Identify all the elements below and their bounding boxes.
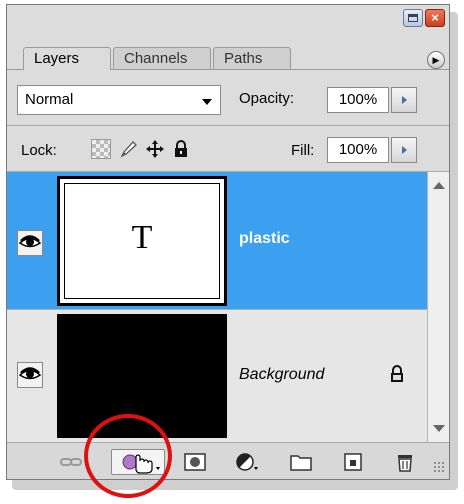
fill-slider-button[interactable] (391, 137, 417, 163)
lock-image-icon[interactable] (119, 139, 139, 159)
panel-menu-icon[interactable]: ▶ (427, 51, 445, 69)
close-icon[interactable]: × (425, 9, 445, 27)
adjustment-icon[interactable] (235, 451, 259, 473)
tab-layers[interactable]: Layers (23, 47, 111, 70)
tab-channels[interactable]: Channels (113, 47, 211, 69)
scroll-up-icon[interactable] (433, 182, 445, 189)
highlight-circle (84, 414, 172, 498)
lock-label: Lock: (21, 142, 57, 159)
divider (7, 125, 449, 126)
layer-row-background[interactable]: Background (7, 310, 427, 442)
tab-bar: Layers Channels Paths (7, 33, 449, 70)
opacity-label: Opacity: (239, 90, 295, 107)
layer-name[interactable]: plastic (239, 230, 290, 248)
lock-transparent-icon[interactable] (91, 139, 111, 159)
layer-name[interactable]: Background (239, 366, 324, 384)
fill-input[interactable]: 100% (327, 137, 389, 163)
group-icon[interactable] (289, 451, 313, 473)
tab-paths[interactable]: Paths (213, 47, 291, 69)
resize-grip-icon[interactable] (433, 461, 445, 473)
minimize-icon[interactable] (403, 9, 423, 27)
fill-label: Fill: (291, 142, 315, 159)
layer-row-plastic[interactable]: T plastic (7, 172, 427, 310)
thumbnail-text: T (131, 219, 153, 256)
new-layer-icon[interactable] (341, 451, 365, 473)
scroll-down-icon[interactable] (433, 425, 445, 432)
visibility-eye-icon[interactable] (17, 362, 43, 388)
blend-mode-value: Normal (25, 91, 74, 108)
mask-icon[interactable] (183, 451, 207, 473)
layers-list: T plastic Background (7, 172, 427, 442)
lock-all-icon[interactable] (171, 139, 191, 159)
opacity-slider-button[interactable] (391, 87, 417, 113)
link-icon[interactable] (59, 451, 83, 473)
lock-position-icon[interactable] (145, 139, 165, 159)
visibility-eye-icon[interactable] (17, 230, 43, 256)
layers-scrollbar[interactable] (427, 172, 449, 442)
trash-icon[interactable] (393, 451, 417, 473)
layers-panel: × Layers Channels Paths ▶ Normal Opacity… (6, 4, 450, 480)
layers-toolbar (7, 442, 449, 479)
opacity-input[interactable]: 100% (327, 87, 389, 113)
blend-mode-select[interactable]: Normal (17, 85, 221, 115)
lock-icon (387, 364, 407, 384)
chevron-down-icon (202, 99, 212, 105)
layer-thumbnail[interactable]: T (57, 176, 227, 306)
